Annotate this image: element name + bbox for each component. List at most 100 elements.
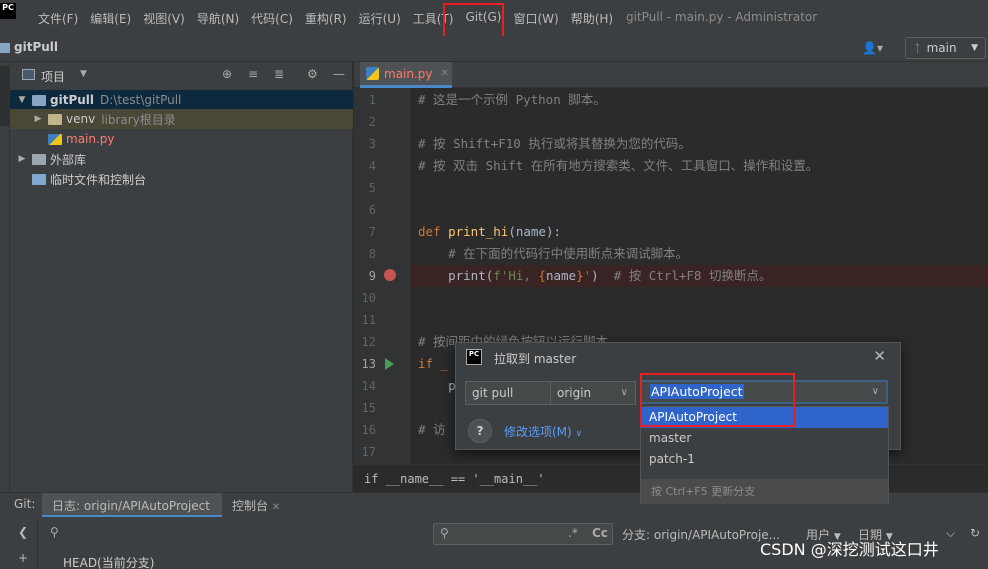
tree-item[interactable]: 临时文件和控制台 xyxy=(10,169,353,189)
menu-item[interactable]: 运行(U) xyxy=(353,10,407,27)
close-icon[interactable]: ✕ xyxy=(873,347,886,365)
tree-item-label: 外部库 xyxy=(50,152,87,167)
line-number: 3 xyxy=(368,137,376,151)
python-file-icon xyxy=(366,67,379,80)
code-line[interactable] xyxy=(411,309,988,331)
branch-select-value: APIAutoProject xyxy=(650,384,744,399)
remote-value: origin xyxy=(557,386,592,400)
menu-item[interactable]: 窗口(W) xyxy=(507,10,564,27)
scratch-icon xyxy=(32,173,46,185)
line-number: 7 xyxy=(368,225,376,239)
project-tool-tab[interactable] xyxy=(0,66,9,126)
branch-search-input[interactable]: ⚲ xyxy=(40,521,428,545)
code-line[interactable]: def print_hi(name): xyxy=(411,221,988,243)
menu-item[interactable]: Git(G) xyxy=(459,10,507,27)
code-line[interactable] xyxy=(411,199,988,221)
project-name[interactable]: gitPull xyxy=(14,40,58,54)
watermark: CSDN @深挖测试这口井 xyxy=(760,540,939,559)
modify-options-link[interactable]: 修改选项(M) ∨ xyxy=(504,423,582,440)
menu-item[interactable]: 编辑(E) xyxy=(84,10,137,27)
line-number: 10 xyxy=(361,291,376,305)
branch-option[interactable]: master xyxy=(641,428,888,449)
editor-gutter: 1 2 3 4 5 6 7 8 9 10 11 12 13 14 15 16 17 xyxy=(354,88,410,464)
breakpoint-icon[interactable] xyxy=(384,269,396,281)
code-line[interactable]: # 在下面的代码行中使用断点来调试脚本。 xyxy=(411,243,988,265)
line-number: 6 xyxy=(368,203,376,217)
project-panel-title[interactable]: 项目 xyxy=(41,68,65,85)
code-token: (name): xyxy=(508,224,562,239)
branch-option[interactable]: patch-1 xyxy=(641,449,888,470)
branch-option[interactable]: APIAutoProject xyxy=(641,407,888,428)
refresh-icon[interactable]: ↻ xyxy=(970,526,980,540)
code-line[interactable] xyxy=(411,111,988,133)
code-line[interactable] xyxy=(411,287,988,309)
chevron-down-icon[interactable]: ∨ xyxy=(872,382,879,402)
tab-log[interactable]: 日志: origin/APIAutoProject xyxy=(52,497,210,514)
locate-icon[interactable]: ⊕ xyxy=(222,67,232,81)
minimize-icon[interactable]: — xyxy=(333,67,345,81)
log-search-input[interactable]: ⚲ .* Cc xyxy=(433,523,613,545)
code-line[interactable]: # 按 Shift+F10 执行或将其替换为您的代码。 xyxy=(411,133,988,155)
code-line[interactable]: print(f'Hi, {name}') # 按 Ctrl+F8 切换断点。 xyxy=(411,265,988,287)
close-icon[interactable]: ✕ xyxy=(441,68,449,79)
menu-item[interactable]: 工具(T) xyxy=(407,10,460,27)
git-label: Git: xyxy=(14,497,36,511)
add-icon[interactable]: + xyxy=(18,551,28,565)
tab-console[interactable]: 控制台 ✕ xyxy=(232,497,280,514)
expand-all-icon[interactable]: ≡ xyxy=(248,67,258,81)
code-token: # 按 Ctrl+F8 切换断点。 xyxy=(613,268,772,283)
close-icon[interactable]: ✕ xyxy=(272,502,280,513)
help-button[interactable]: ? xyxy=(468,419,492,443)
app-logo-icon: PC xyxy=(466,349,482,365)
code-token: ' xyxy=(583,268,592,283)
remote-select[interactable]: origin ∨ xyxy=(550,381,636,405)
dialog-title: 拉取到 master xyxy=(494,352,577,366)
menu-item[interactable]: 代码(C) xyxy=(245,10,299,27)
chevron-right-icon[interactable]: ▶ xyxy=(32,114,44,124)
chevron-down-icon[interactable]: ▼ xyxy=(16,95,28,105)
project-view-icon xyxy=(22,69,35,80)
menu-item[interactable]: 导航(N) xyxy=(191,10,245,27)
code-token: # 访 xyxy=(418,422,446,437)
tree-item[interactable]: ▶ 外部库 xyxy=(10,149,353,169)
branch-switcher-button[interactable]: ᛏ main ▼ xyxy=(905,37,986,59)
gear-icon[interactable]: ⚙ xyxy=(307,67,318,81)
line-number: 5 xyxy=(368,181,376,195)
code-token: def xyxy=(418,224,449,239)
chevron-down-icon[interactable]: ▼ xyxy=(80,69,87,79)
menu-item[interactable]: 重构(R) xyxy=(299,10,353,27)
code-token: # 在下面的代码行中使用断点来调试脚本。 xyxy=(418,246,689,261)
branch-select[interactable]: APIAutoProject ∨ xyxy=(640,380,888,404)
regex-toggle[interactable]: .* xyxy=(568,526,578,540)
filter-icon[interactable]: ⌵ xyxy=(946,526,955,541)
user-icon[interactable]: 👤▾ xyxy=(862,41,883,55)
menu-item[interactable]: 文件(F) xyxy=(32,10,84,27)
tree-item[interactable]: ▶ venv library根目录 xyxy=(10,109,353,129)
main-menu: 文件(F) 编辑(E) 视图(V) 导航(N) 代码(C) 重构(R) 运行(U) 工具(T)… xyxy=(32,10,619,27)
code-token: } xyxy=(576,268,584,283)
chevron-right-icon[interactable]: ▶ xyxy=(16,154,28,164)
branch-filter[interactable]: 分支: origin/APIAutoProje... xyxy=(622,526,780,543)
tree-item[interactable]: ▼ gitPull D:\test\gitPull xyxy=(10,90,353,110)
tree-item-label: gitPull xyxy=(50,93,95,107)
chevron-left-icon[interactable]: ❮ xyxy=(18,525,28,539)
tree-item-label: venv xyxy=(66,112,96,126)
match-case-toggle[interactable]: Cc xyxy=(592,526,608,540)
console-tab-label: 控制台 xyxy=(232,499,269,513)
tree-item-label: main.py xyxy=(66,132,115,146)
collapse-all-icon[interactable]: ≣ xyxy=(274,67,284,81)
code-line[interactable]: # 这是一个示例 Python 脚本。 xyxy=(411,89,988,111)
code-line[interactable]: # 按 双击 Shift 在所有地方搜索类、文件、工具窗口、操作和设置。 xyxy=(411,155,988,177)
folder-icon xyxy=(48,113,62,125)
menu-item[interactable]: 帮助(H) xyxy=(565,10,619,27)
tab-main-py[interactable]: main.py ✕ xyxy=(360,62,452,88)
branch-list-item[interactable]: HEAD(当前分支) xyxy=(63,554,154,569)
project-panel-header: 项目 ▼ ⊕ ≡ ≣ ⚙ — xyxy=(10,62,352,88)
navigation-bar: gitPull 👤▾ ᛏ main ▼ xyxy=(0,36,988,62)
line-number: 17 xyxy=(361,445,376,459)
menu-item[interactable]: 视图(V) xyxy=(137,10,191,27)
tree-item[interactable]: main.py xyxy=(10,129,353,149)
run-icon[interactable] xyxy=(385,358,394,370)
code-line[interactable] xyxy=(411,177,988,199)
tab-label: main.py xyxy=(384,66,433,81)
